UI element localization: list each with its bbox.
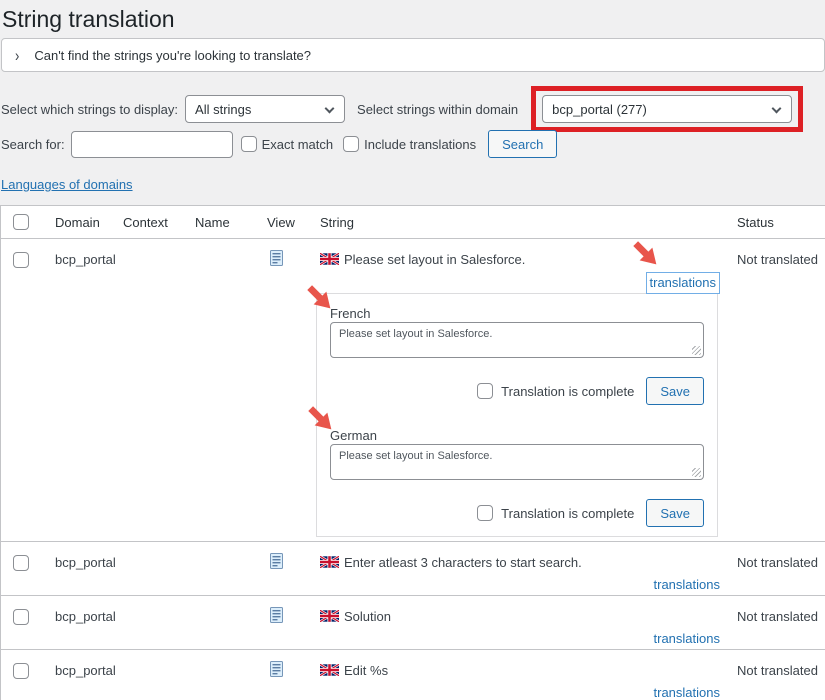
resize-handle-icon[interactable] [692, 346, 701, 355]
row-checkbox[interactable] [13, 609, 29, 625]
string-text: Enter atleast 3 characters to start sear… [344, 555, 582, 571]
uk-flag-icon [320, 556, 339, 568]
domain-cell: bcp_portal [55, 596, 123, 649]
status-text: Not translated [737, 650, 825, 700]
translations-link[interactable]: translations [654, 577, 720, 592]
string-text: Edit %s [344, 663, 388, 679]
translation-value: Please set layout in Salesforce. [339, 450, 492, 462]
table-row: bcp_portal Edit %s translations [1, 650, 825, 700]
string-cell: Enter atleast 3 characters to start sear… [320, 542, 737, 595]
table-row: bcp_portal Solution translations [1, 596, 825, 650]
display-strings-value: All strings [195, 102, 251, 117]
translation-textarea-german[interactable]: Please set layout in Salesforce. [330, 444, 704, 480]
chevron-down-icon [772, 104, 782, 114]
name-cell [195, 596, 267, 649]
header-domain: Domain [55, 206, 123, 238]
domain-cell: bcp_portal [55, 650, 123, 700]
display-strings-label: Select which strings to display: [1, 102, 178, 117]
string-text: Please set layout in Salesforce. [344, 252, 525, 268]
display-strings-select[interactable]: All strings [185, 95, 345, 123]
domain-select[interactable]: bcp_portal (277) [542, 95, 792, 123]
include-translations-label: Include translations [364, 137, 476, 152]
document-icon[interactable] [270, 607, 283, 623]
string-translation-page: String translation › Can't find the stri… [0, 0, 825, 700]
table-row: bcp_portal Enter atleast 3 characters to… [1, 542, 825, 596]
page-title: String translation [0, 0, 825, 34]
translation-complete-label: Translation is complete [501, 506, 634, 521]
languages-of-domains-link[interactable]: Languages of domains [1, 177, 133, 192]
header-name: Name [195, 206, 267, 238]
name-cell [195, 650, 267, 700]
table-row: bcp_portal Please set layout in Salesfor… [1, 239, 825, 542]
row-checkbox[interactable] [13, 252, 29, 268]
context-cell [123, 542, 195, 595]
search-for-label: Search for: [1, 137, 65, 152]
uk-flag-icon [320, 664, 339, 676]
context-cell [123, 650, 195, 700]
row-checkbox[interactable] [13, 555, 29, 571]
search-input[interactable] [71, 131, 233, 158]
select-all-checkbox[interactable] [13, 214, 29, 230]
name-cell [195, 542, 267, 595]
status-text: Not translated [737, 542, 825, 595]
domain-cell: bcp_portal [55, 542, 123, 595]
translations-link[interactable]: translations [654, 685, 720, 700]
document-icon[interactable] [270, 553, 283, 569]
header-view: View [267, 206, 320, 238]
translations-link[interactable]: translations [654, 631, 720, 646]
translation-complete-checkbox-french[interactable] [477, 383, 493, 399]
uk-flag-icon [320, 253, 339, 265]
exact-match-label: Exact match [262, 137, 334, 152]
translation-value: Please set layout in Salesforce. [339, 328, 492, 340]
translation-complete-label: Translation is complete [501, 384, 634, 399]
string-cell: Solution translations [320, 596, 737, 649]
document-icon[interactable] [270, 250, 283, 266]
domain-select-value: bcp_portal (277) [552, 102, 647, 117]
save-button-german[interactable]: Save [646, 499, 704, 527]
context-cell [123, 239, 195, 541]
string-text: Solution [344, 609, 391, 625]
language-label-german: German [330, 428, 704, 444]
domain-cell: bcp_portal [55, 239, 123, 541]
domain-select-label: Select strings within domain [357, 102, 518, 117]
translations-link[interactable]: translations [646, 272, 720, 294]
string-cell: Edit %s translations [320, 650, 737, 700]
status-text: Not translated [737, 239, 825, 541]
language-label-french: French [330, 306, 704, 322]
string-cell: Please set layout in Salesforce. transla… [320, 239, 737, 541]
document-icon[interactable] [270, 661, 283, 677]
translation-textarea-french[interactable]: Please set layout in Salesforce. [330, 322, 704, 358]
translation-editor: French Please set layout in Salesforce. … [316, 293, 718, 537]
chevron-down-icon [325, 104, 335, 114]
uk-flag-icon [320, 610, 339, 622]
row-checkbox[interactable] [13, 663, 29, 679]
status-text: Not translated [737, 596, 825, 649]
exact-match-checkbox[interactable] [241, 136, 257, 152]
save-button-french[interactable]: Save [646, 377, 704, 405]
include-translations-checkbox[interactable] [343, 136, 359, 152]
table-header-row: Domain Context Name View String Status [1, 206, 825, 239]
name-cell [195, 239, 267, 541]
header-string: String [320, 206, 737, 238]
strings-table: Domain Context Name View String Status b… [0, 205, 825, 700]
search-button[interactable]: Search [488, 130, 557, 158]
resize-handle-icon[interactable] [692, 468, 701, 477]
red-highlight-box: bcp_portal (277) [531, 86, 803, 132]
header-context: Context [123, 206, 195, 238]
context-cell [123, 596, 195, 649]
filters-panel: Select which strings to display: All str… [1, 85, 825, 159]
translation-complete-checkbox-german[interactable] [477, 505, 493, 521]
notice-text: Can't find the strings you're looking to… [34, 48, 311, 63]
chevron-right-icon: › [15, 46, 19, 65]
cant-find-strings-accordion[interactable]: › Can't find the strings you're looking … [1, 38, 825, 72]
header-status: Status [737, 206, 825, 238]
